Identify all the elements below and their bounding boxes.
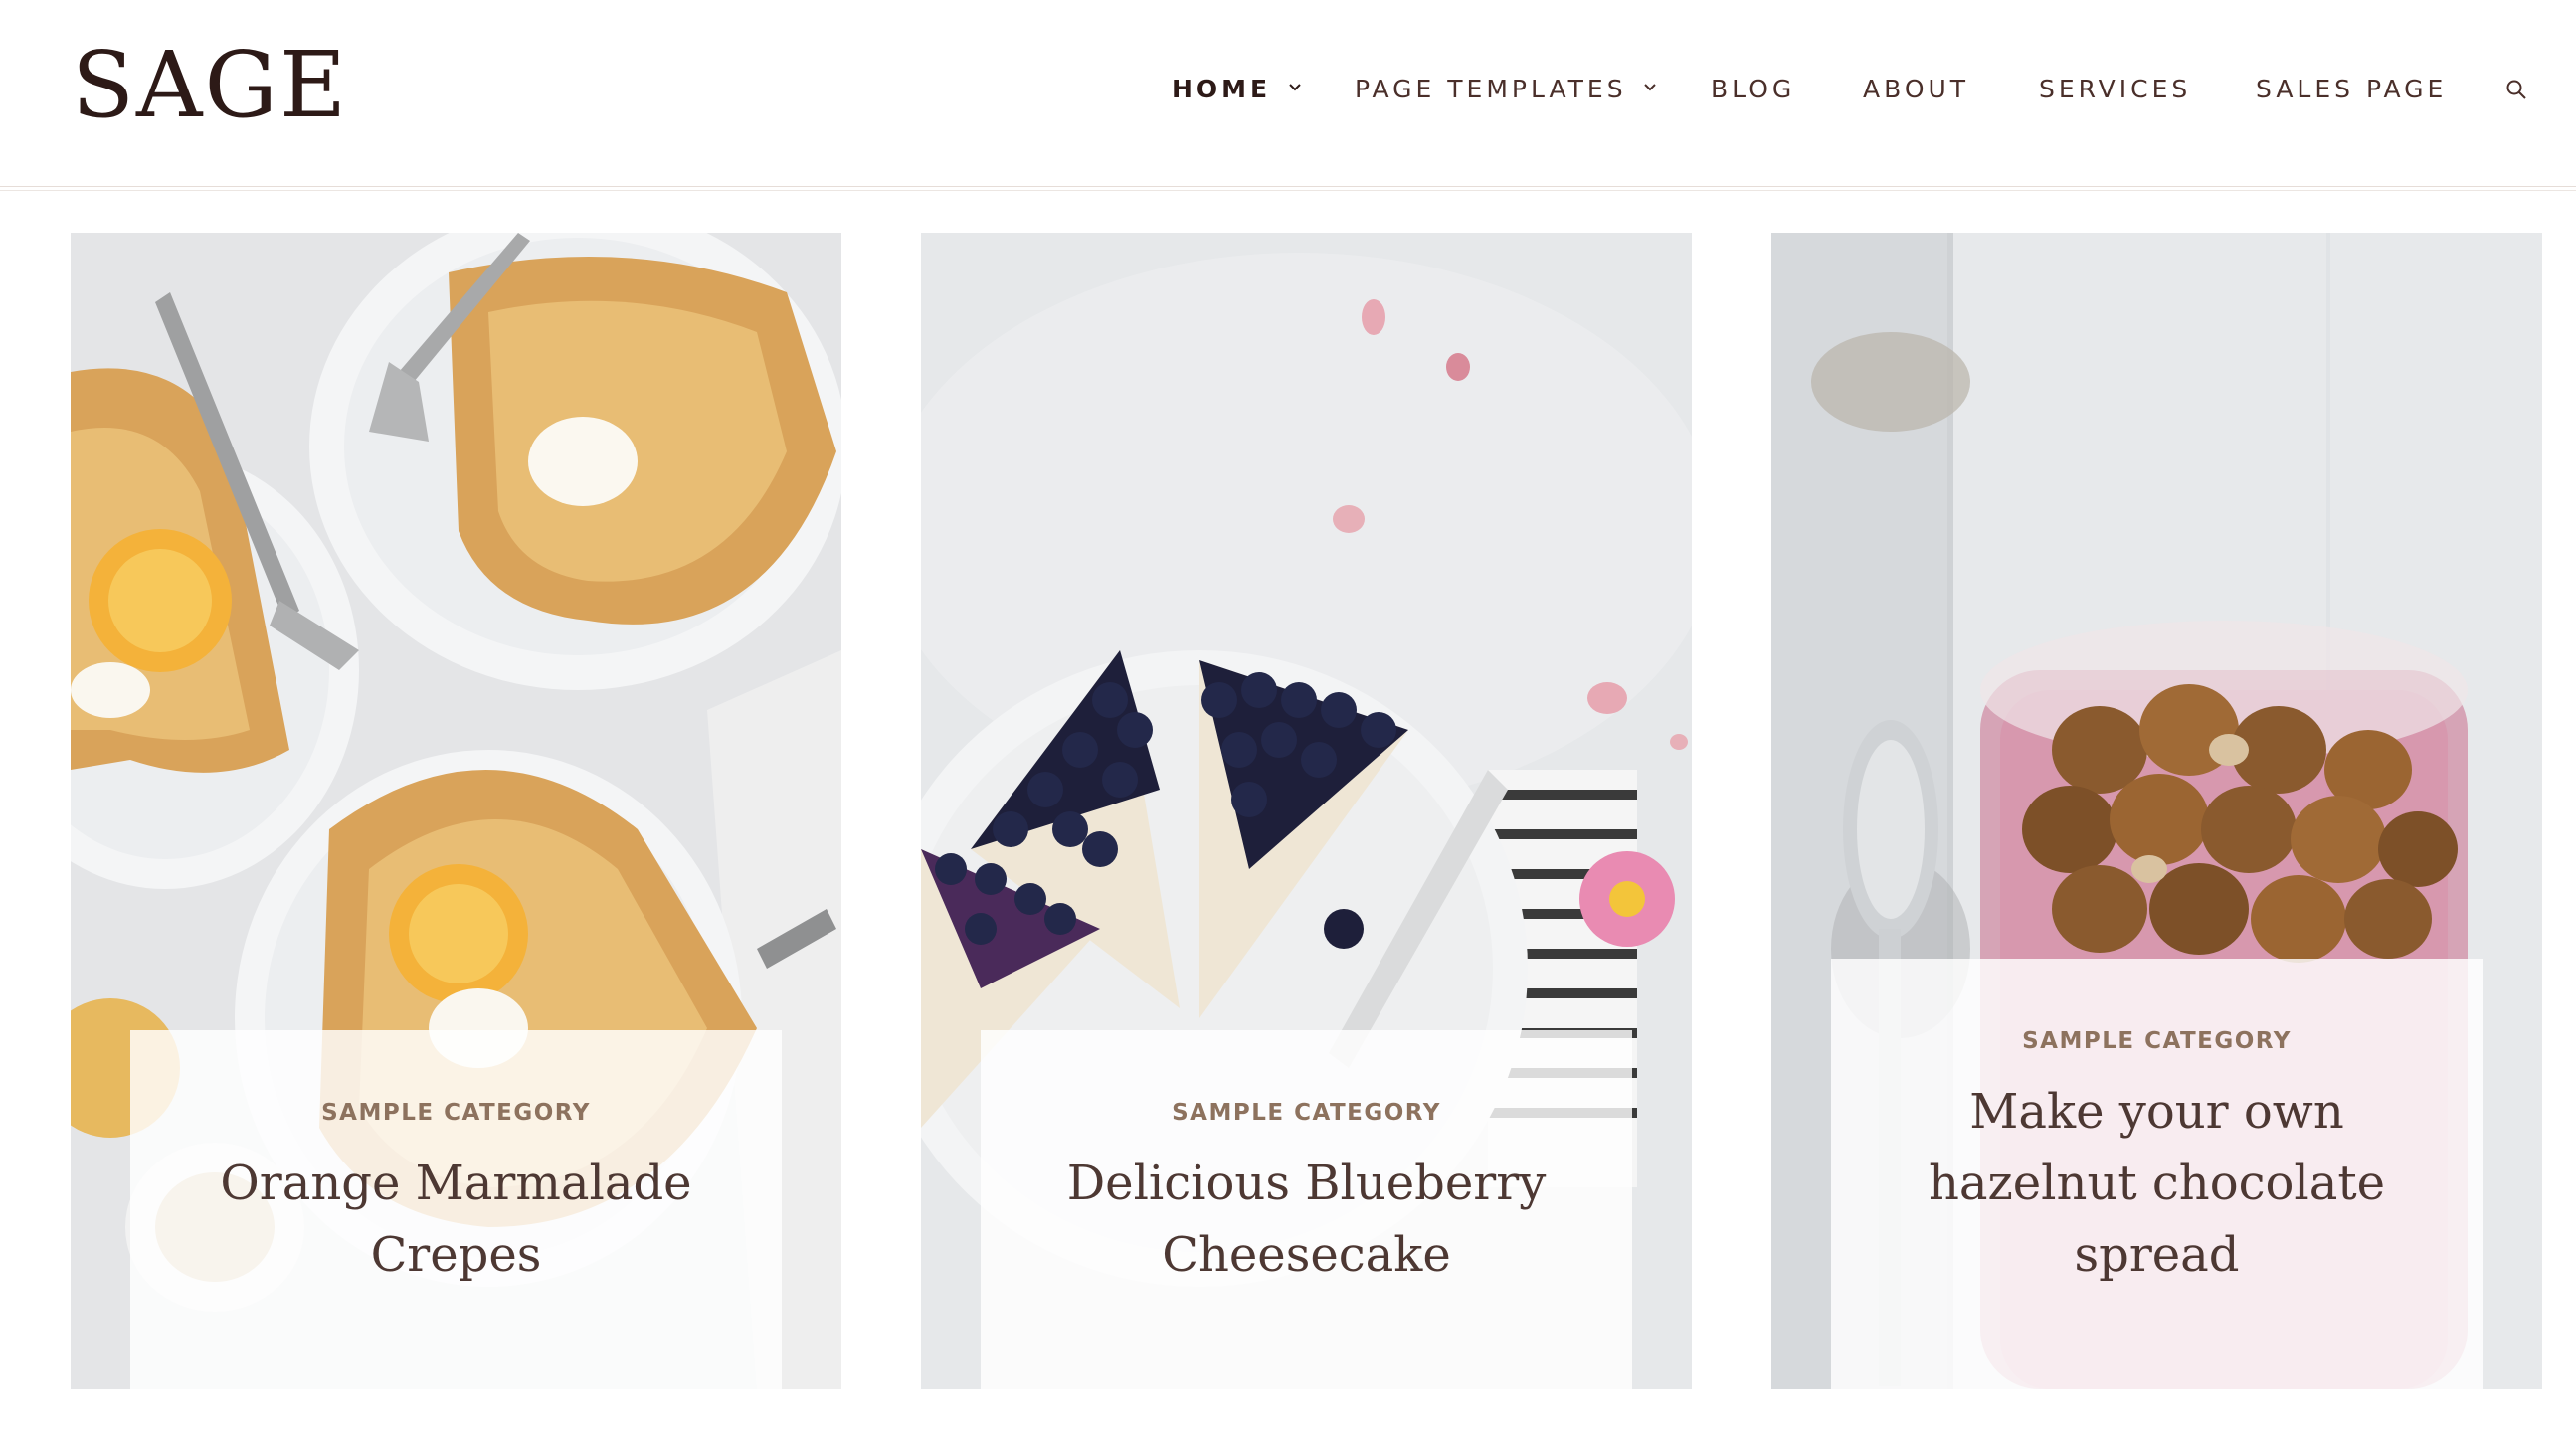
post-title[interactable]: Orange Marmalade Crepes: [130, 1148, 782, 1291]
header-divider: [0, 186, 2576, 191]
nav-item-services[interactable]: SERVICES: [2039, 72, 2191, 107]
post-category[interactable]: SAMPLE CATEGORY: [130, 1100, 782, 1126]
post-category[interactable]: SAMPLE CATEGORY: [981, 1100, 1632, 1126]
nav-item-home[interactable]: HOME: [1172, 72, 1302, 107]
nav-item-label: PAGE TEMPLATES: [1355, 75, 1627, 103]
nav-item-page-templates[interactable]: PAGE TEMPLATES: [1355, 72, 1657, 107]
post-card-overlay: SAMPLE CATEGORY Orange Marmalade Crepes: [130, 1030, 782, 1389]
post-card[interactable]: SAMPLE CATEGORY Make your own hazelnut c…: [1771, 233, 2542, 1389]
nav-item-label: SALES PAGE: [2256, 75, 2448, 103]
main-nav: HOME PAGE TEMPLATES BLOG ABOUT SERVICES …: [0, 72, 2576, 107]
nav-item-label: BLOG: [1711, 75, 1796, 103]
nav-item-blog[interactable]: BLOG: [1711, 72, 1795, 107]
post-card-overlay: SAMPLE CATEGORY Make your own hazelnut c…: [1831, 959, 2483, 1389]
post-title[interactable]: Delicious Blueberry Cheesecake: [981, 1148, 1632, 1291]
post-card[interactable]: SAMPLE CATEGORY Orange Marmalade Crepes: [71, 233, 841, 1389]
post-card[interactable]: SAMPLE CATEGORY Delicious Blueberry Chee…: [921, 233, 1692, 1389]
nav-item-sales-page[interactable]: SALES PAGE: [2256, 72, 2447, 107]
post-title[interactable]: Make your own hazelnut chocolate spread: [1831, 1076, 2483, 1291]
nav-item-label: SERVICES: [2039, 75, 2192, 103]
chevron-down-icon: [1643, 84, 1656, 91]
nav-item-label: HOME: [1172, 75, 1272, 103]
post-category[interactable]: SAMPLE CATEGORY: [1831, 1028, 2483, 1054]
nav-item-about[interactable]: ABOUT: [1863, 72, 1969, 107]
site-header: SAGE HOME PAGE TEMPLATES BLOG ABOUT SERV…: [0, 0, 2576, 186]
chevron-down-icon: [1289, 84, 1301, 91]
post-card-overlay: SAMPLE CATEGORY Delicious Blueberry Chee…: [981, 1030, 1632, 1389]
nav-item-label: ABOUT: [1863, 75, 1970, 103]
search-icon[interactable]: [2504, 78, 2528, 101]
